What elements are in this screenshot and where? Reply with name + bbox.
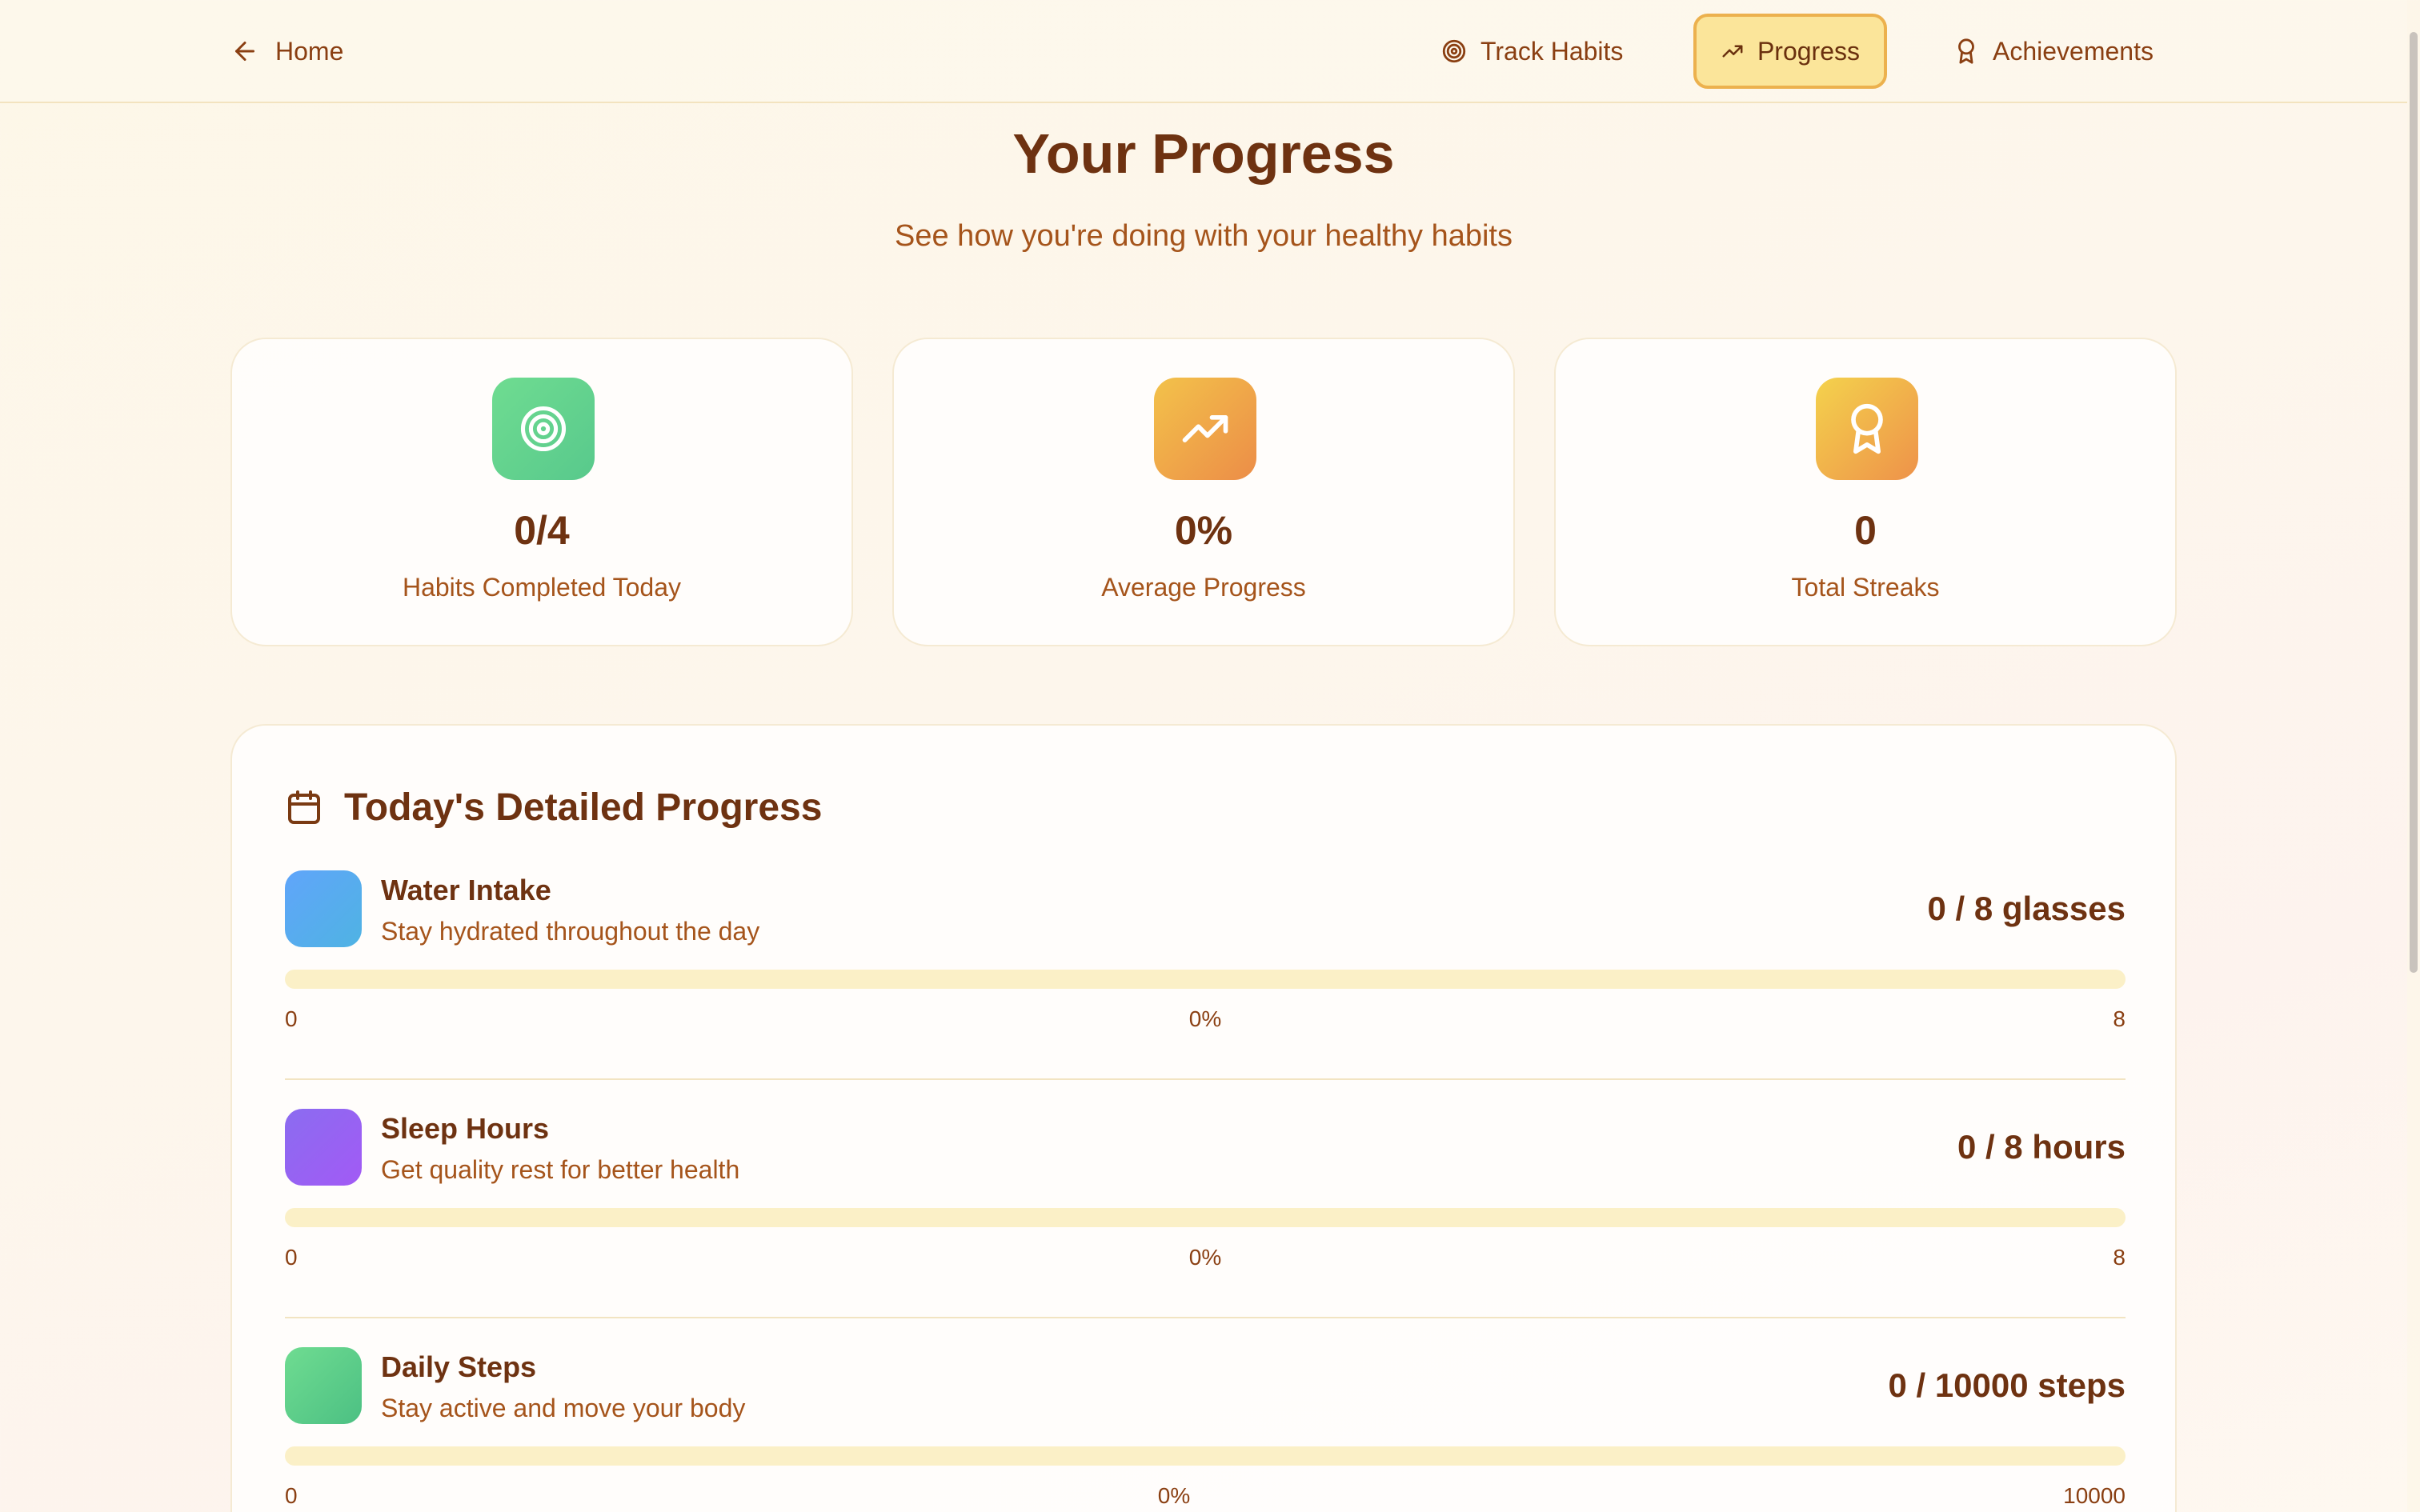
- habit-value: 0 / 8 hours: [1957, 1128, 2126, 1166]
- habit-row-water-intake: Water Intake Stay hydrated throughout th…: [285, 870, 2126, 1110]
- nav-achievements[interactable]: Achievements: [1929, 14, 2178, 89]
- habit-description: Stay hydrated throughout the day: [381, 917, 760, 946]
- habit-name: Sleep Hours: [381, 1112, 550, 1145]
- home-label: Home: [275, 36, 344, 66]
- progress-max-label: 8: [2113, 1245, 2126, 1270]
- top-navigation: Home Track Habits Progress Achievements: [0, 0, 2407, 103]
- habit-row-sleep-hours: Sleep Hours Get quality rest for better …: [285, 1109, 2126, 1349]
- arrow-left-icon: [235, 42, 254, 61]
- stat-label: Total Streaks: [1791, 573, 1940, 602]
- detailed-progress-panel: Today's Detailed Progress Water Intake S…: [230, 724, 2177, 1512]
- habit-row-daily-steps: Daily Steps Stay active and move your bo…: [285, 1347, 2126, 1512]
- nav-progress[interactable]: Progress: [1693, 14, 1887, 89]
- habit-description: Get quality rest for better health: [381, 1155, 740, 1184]
- stat-card-habits-completed: 0/4 Habits Completed Today: [230, 338, 853, 646]
- habit-description: Stay active and move your body: [381, 1394, 746, 1422]
- award-icon: [1958, 38, 1974, 64]
- stat-value: 0/4: [514, 508, 570, 553]
- habit-color-icon: [285, 1347, 362, 1424]
- nav-track-habits[interactable]: Track Habits: [1416, 14, 1647, 89]
- detailed-progress-header: Today's Detailed Progress: [285, 783, 822, 831]
- trending-up-icon: [1182, 415, 1228, 442]
- stat-icon-tile: [1154, 378, 1256, 480]
- habit-progress-bar: [285, 1446, 2126, 1466]
- habit-color-icon: [285, 870, 362, 947]
- nav-achievements-label: Achievements: [1993, 36, 2154, 66]
- nav-track-habits-label: Track Habits: [1480, 36, 1624, 66]
- habit-progress-bar: [285, 970, 2126, 989]
- habit-name: Water Intake: [381, 874, 551, 906]
- award-icon: [1851, 403, 1883, 454]
- stat-icon-tile: [492, 378, 595, 480]
- habit-value: 0 / 8 glasses: [1927, 890, 2126, 927]
- habit-divider: [285, 1317, 2126, 1318]
- habit-color-icon: [285, 1109, 362, 1186]
- stat-label: Average Progress: [1101, 573, 1306, 602]
- trending-up-icon: [1722, 45, 1743, 58]
- nav-progress-label: Progress: [1757, 36, 1860, 66]
- habit-progress-bar: [285, 1208, 2126, 1227]
- progress-max-label: 8: [2113, 1006, 2126, 1031]
- page-subtitle: See how you're doing with your healthy h…: [895, 219, 1512, 253]
- progress-percent-label: 0%: [1157, 1483, 1191, 1508]
- page-title: Your Progress: [1012, 122, 1395, 185]
- stat-label: Habits Completed Today: [402, 573, 682, 602]
- stat-value: 0: [1854, 508, 1877, 553]
- target-icon: [520, 406, 567, 452]
- habit-name: Daily Steps: [381, 1350, 537, 1383]
- page-scrollbar[interactable]: [2407, 0, 2420, 1512]
- habit-divider: [285, 1078, 2126, 1080]
- home-link[interactable]: Home: [230, 32, 343, 70]
- habit-value: 0 / 10000 steps: [1888, 1366, 2126, 1404]
- progress-percent-label: 0%: [1188, 1245, 1222, 1270]
- progress-max-label: 10000: [2063, 1483, 2126, 1508]
- progress-percent-label: 0%: [1188, 1006, 1222, 1031]
- calendar-icon: [288, 790, 320, 824]
- scrollbar-thumb[interactable]: [2410, 32, 2418, 973]
- stat-value: 0%: [1174, 508, 1233, 553]
- target-icon: [1442, 39, 1466, 63]
- stat-card-total-streaks: 0 Total Streaks: [1554, 338, 2177, 646]
- detailed-progress-title: Today's Detailed Progress: [344, 786, 823, 829]
- stat-icon-tile: [1816, 378, 1918, 480]
- stat-card-average-progress: 0% Average Progress: [892, 338, 1515, 646]
